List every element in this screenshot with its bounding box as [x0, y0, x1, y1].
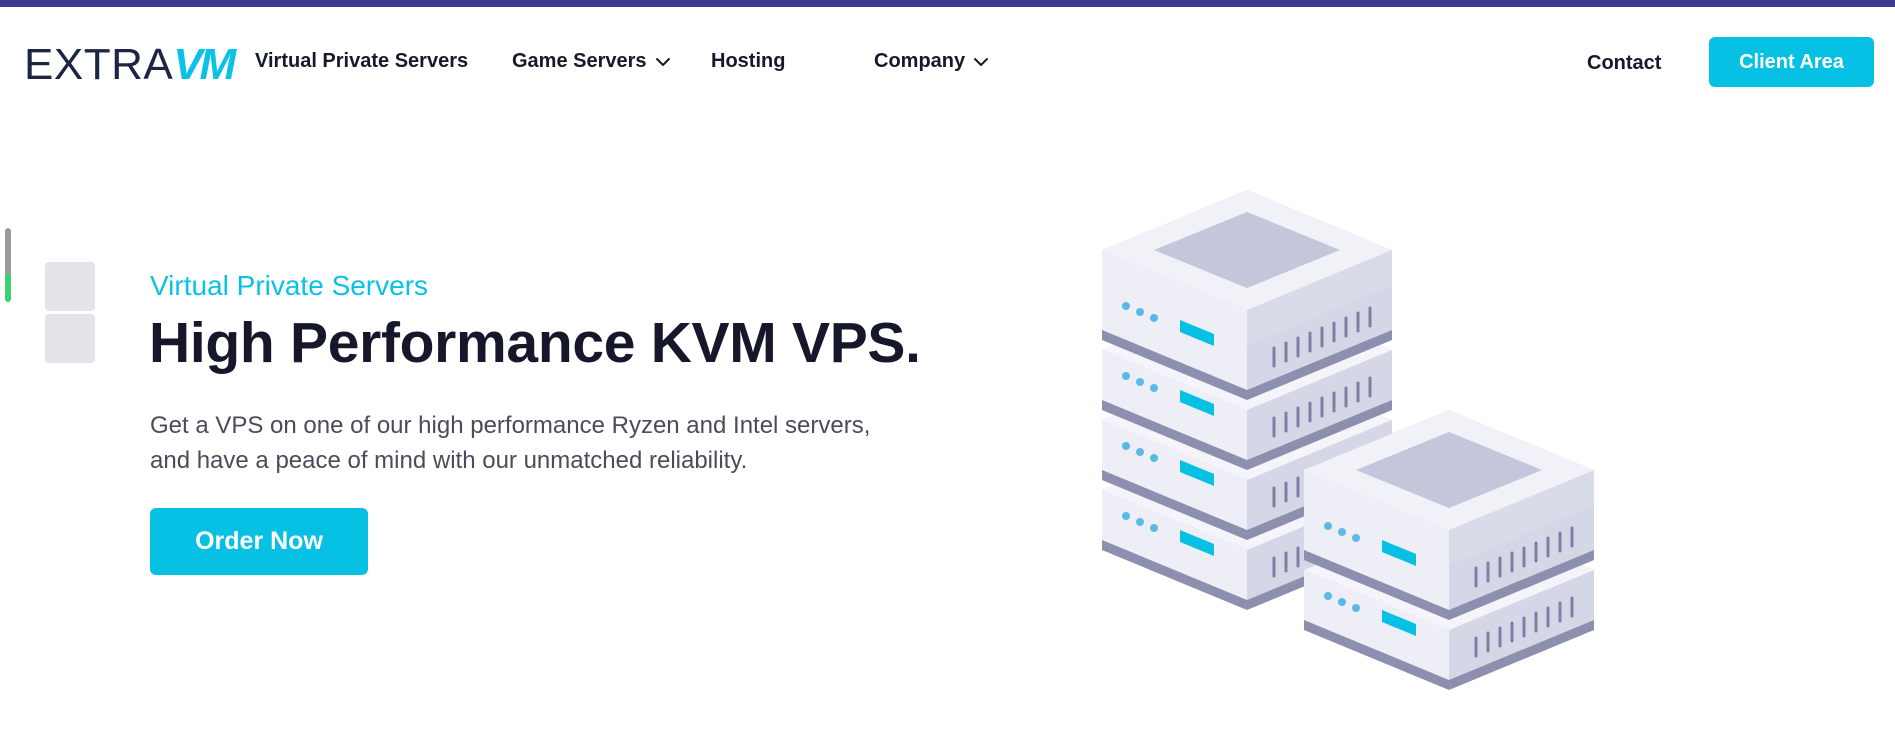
contact-link[interactable]: Contact [1587, 52, 1661, 75]
nav-item-virtual-private-servers[interactable]: Virtual Private Servers [255, 50, 468, 73]
nav-item-label: Company [874, 50, 966, 72]
hero-description-line: Get a VPS on one of our high performance… [150, 412, 871, 439]
scroll-indicator[interactable] [5, 228, 11, 302]
nav-item-game-servers[interactable]: Game Servers [512, 50, 671, 73]
side-widget[interactable] [45, 262, 95, 363]
hero-description-line: and have a peace of mind with our unmatc… [150, 447, 748, 474]
extravm-logo[interactable]: EXTRA VM [24, 40, 236, 89]
side-widget-cell [45, 314, 95, 363]
logo-text-extra: EXTRA [24, 40, 174, 89]
nav-item-label: Game Servers [512, 50, 647, 72]
nav-item-label: Hosting [711, 50, 786, 72]
client-area-button[interactable]: Client Area [1709, 37, 1874, 87]
nav-item-hosting[interactable]: Hosting [711, 50, 785, 73]
main-navigation: EXTRA VM Virtual Private Servers Game Se… [0, 7, 1895, 115]
server-stack-icon [1100, 190, 1596, 692]
chevron-down-icon [974, 57, 989, 66]
side-widget-cell [45, 262, 95, 311]
order-now-button[interactable]: Order Now [150, 508, 368, 575]
logo-text-vm: VM [173, 40, 236, 89]
hero-headline: High Performance KVM VPS. [149, 311, 921, 375]
nav-item-label: Virtual Private Servers [255, 50, 469, 72]
top-accent-bar [0, 0, 1895, 7]
nav-item-company[interactable]: Company [874, 50, 989, 73]
chevron-down-icon [655, 57, 670, 66]
hero-description: Get a VPS on one of our high performance… [150, 408, 910, 478]
hero-eyebrow: Virtual Private Servers [150, 270, 429, 301]
